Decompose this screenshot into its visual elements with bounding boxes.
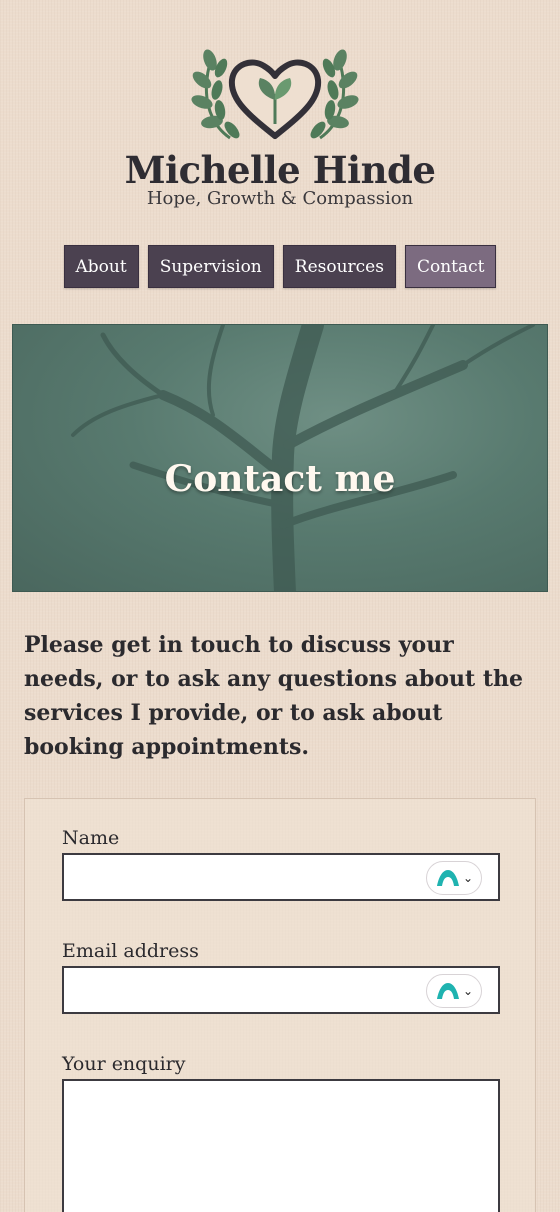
nav-supervision-button[interactable]: Supervision: [147, 245, 274, 288]
email-field[interactable]: ⌄: [62, 966, 500, 1014]
mountain-icon: [436, 870, 459, 886]
heart-sprout-laurel-icon[interactable]: [190, 38, 360, 150]
nav-about-button[interactable]: About: [63, 245, 139, 288]
email-label: Email address: [62, 940, 199, 962]
contact-form: Name ⌄ Email address ⌄ Your enquiry: [24, 798, 536, 1212]
enquiry-label: Your enquiry: [62, 1053, 186, 1075]
nav-resources-button[interactable]: Resources: [282, 245, 396, 288]
nav-contact-button[interactable]: Contact: [404, 245, 497, 288]
site-header: Michelle Hinde Hope, Growth & Compassion…: [0, 0, 560, 288]
site-title[interactable]: Michelle Hinde: [0, 148, 560, 192]
name-label: Name: [62, 827, 120, 849]
enquiry-textarea[interactable]: [62, 1079, 500, 1212]
intro-text: Please get in touch to discuss your need…: [24, 632, 524, 760]
mountain-icon: [436, 983, 459, 999]
hero-title: Contact me: [164, 458, 396, 500]
chevron-down-icon: ⌄: [462, 871, 474, 885]
password-manager-icon[interactable]: ⌄: [426, 861, 482, 895]
main-nav: About Supervision Resources Contact: [0, 245, 560, 288]
name-field[interactable]: ⌄: [62, 853, 500, 901]
chevron-down-icon: ⌄: [462, 984, 474, 998]
site-tagline: Hope, Growth & Compassion: [146, 188, 414, 209]
hero-banner: Contact me: [12, 324, 548, 592]
password-manager-icon[interactable]: ⌄: [426, 974, 482, 1008]
